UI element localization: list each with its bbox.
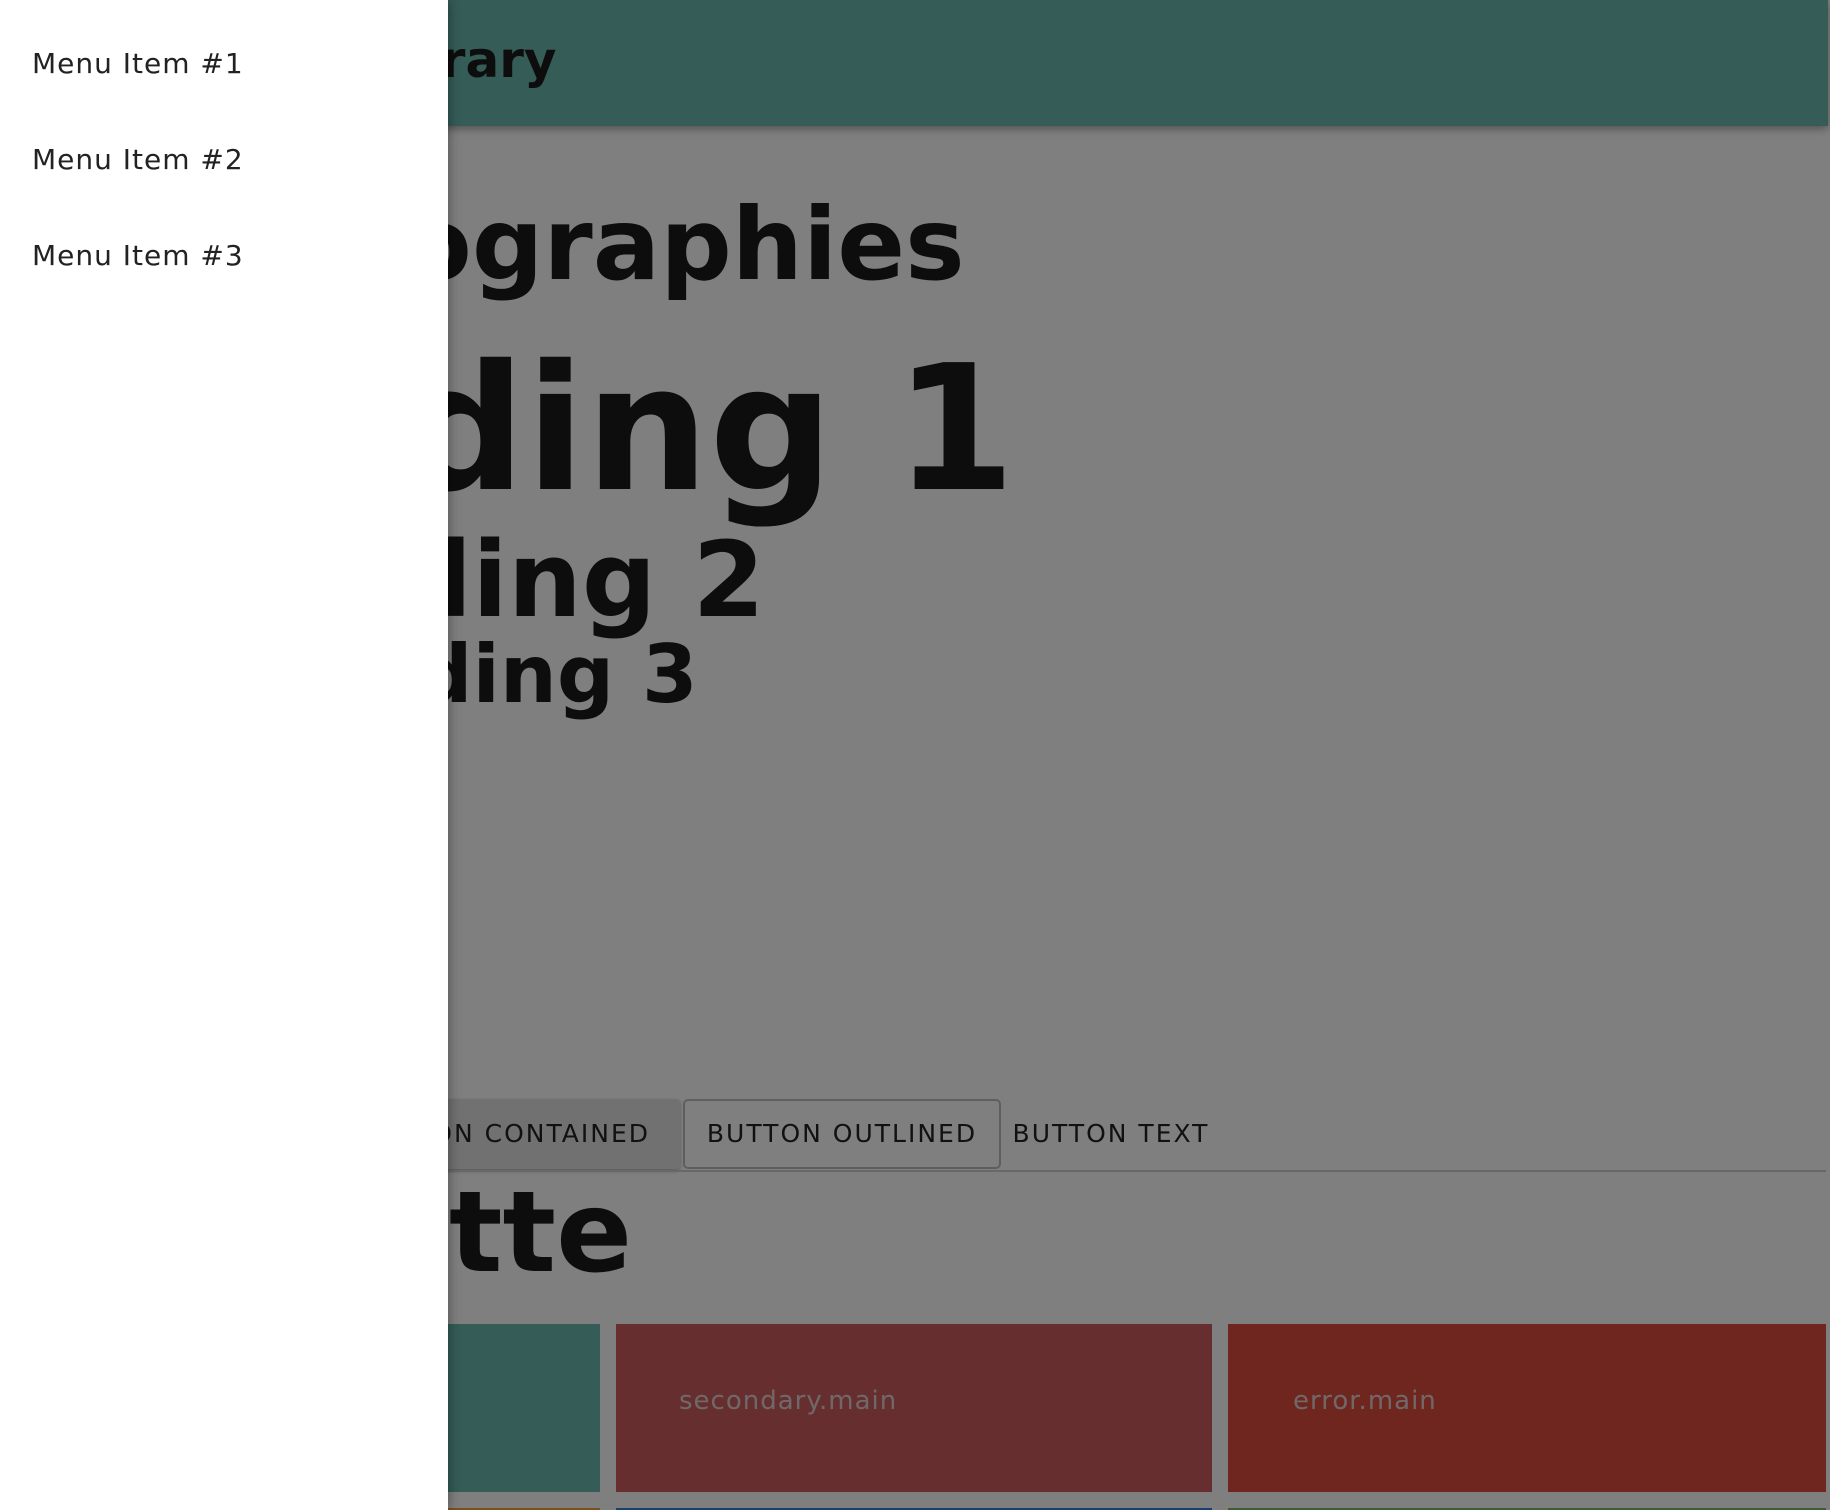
drawer-menu-item-2[interactable]: Menu Item #2 [0,112,448,208]
drawer-menu-item-3[interactable]: Menu Item #3 [0,208,448,304]
drawer-menu-item-1[interactable]: Menu Item #1 [0,16,448,112]
navigation-drawer: Menu Item #1 Menu Item #2 Menu Item #3 [0,0,448,1510]
app-page: Library Typographies Heading 1 Heading 2… [0,0,1830,1510]
